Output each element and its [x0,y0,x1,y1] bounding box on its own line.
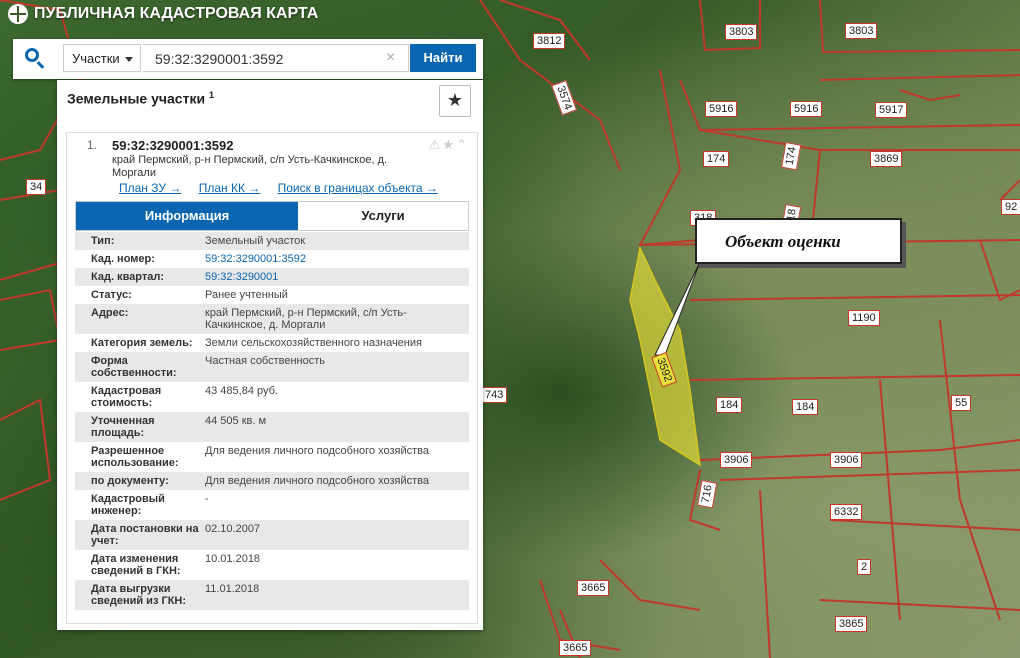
info-value: Для ведения личного подсобного хозяйства [205,475,429,487]
parcel-label[interactable]: 6332 [830,504,863,520]
info-row: Дата изменения сведений в ГКН: 10.01.2018 [75,550,469,580]
info-value: 10.01.2018 [205,553,261,565]
search-type-label: Участки [72,51,120,66]
info-value: Земли сельскохозяйственного назначения [205,337,422,349]
info-key: по документу: [91,475,169,487]
parcel-label[interactable]: 743 [481,387,508,403]
item-address: край Пермский, р-н Пермский, с/п Усть-Ка… [112,154,388,179]
info-key: Разрешенное использование: [91,445,179,469]
app-title: ПУБЛИЧНАЯ КАДАСТРОВАЯ КАРТА [34,5,319,22]
parcel-label[interactable]: 2 [857,559,872,575]
card-tabs: Информация Услуги [75,201,469,231]
results-count: 1 [208,90,214,100]
info-key: Статус: [91,289,132,301]
info-row: Кадастровый инженер: - [75,490,469,520]
parcel-label[interactable]: 92 [1001,199,1020,215]
parcel-label[interactable]: 3665 [577,580,610,596]
clear-icon[interactable]: × [386,49,395,67]
info-key: Дата выгрузки сведений из ГКН: [91,583,187,607]
info-key: Кад. номер: [91,253,155,265]
info-key: Кадастровый инженер: [91,493,165,517]
info-key: Форма собственности: [91,355,177,379]
search-bar: Участки 59:32:3290001:3592 × Найти [13,39,483,79]
parcel-label[interactable]: 3665 [559,640,592,656]
parcel-label[interactable]: 3906 [720,452,753,468]
item-links: План ЗУ → План КК → Поиск в границах объ… [119,181,452,195]
tab-services[interactable]: Услуги [298,202,468,230]
search-icon[interactable] [25,48,39,62]
info-key: Кадастровая стоимость: [91,385,162,409]
parcel-label[interactable]: 3803 [725,24,758,40]
info-row: по документу: Для ведения личного подсобн… [75,472,469,490]
info-value[interactable]: 59:32:3290001:3592 [205,253,469,265]
plan-kk-link[interactable]: План КК → [199,181,261,195]
info-row: Статус: Ранее учтенный [75,286,469,304]
search-type-select[interactable]: Участки [63,44,141,72]
parcel-card: 1. 59:32:3290001:3592 край Пермский, р-н… [66,132,478,624]
info-row: Кад. квартал: 59:32:3290001 [75,268,469,286]
favorite-button[interactable]: ★ [439,85,471,117]
info-value[interactable]: 59:32:3290001 [205,271,469,283]
info-key: Категория земель: [91,337,193,349]
info-key: Уточненная площадь: [91,415,155,439]
info-key: Дата изменения сведений в ГКН: [91,553,181,577]
info-row: Уточненная площадь: 44 505 кв. м [75,412,469,442]
info-value: Земельный участок [205,235,306,247]
info-value: 11.01.2018 [205,583,260,595]
info-key: Кад. квартал: [91,271,165,283]
info-row: Тип: Земельный участок [75,232,469,250]
info-row: Кад. номер: 59:32:3290001:3592 [75,250,469,268]
info-row: Категория земель: Земли сельскохозяйствен… [75,334,469,352]
chevron-down-icon [125,57,133,62]
info-value: 44 505 кв. м [205,415,267,427]
info-value: 43 485,84 руб. [205,385,278,397]
plan-zu-link[interactable]: План ЗУ → [119,181,181,195]
info-value: Частная собственность [205,355,326,367]
parcel-label[interactable]: 184 [792,399,819,415]
star-icon: ★ [446,90,464,110]
app-header: ПУБЛИЧНАЯ КАДАСТРОВАЯ КАРТА [8,4,318,24]
info-key: Дата постановки на учет: [91,523,199,547]
parcel-label[interactable]: 3803 [845,23,878,39]
info-row: Кадастровая стоимость: 43 485,84 руб. [75,382,469,412]
tab-information[interactable]: Информация [76,202,298,230]
item-cad-number[interactable]: 59:32:3290001:3592 [112,138,233,153]
globe-logo-icon [8,4,28,24]
info-row: Форма собственности: Частная собственност… [75,352,469,382]
parcel-label[interactable]: 3869 [870,151,903,167]
parcel-label[interactable]: 3906 [830,452,863,468]
parcel-label[interactable]: 184 [716,397,743,413]
info-row: Дата выгрузки сведений из ГКН: 11.01.2018 [75,580,469,610]
parcel-label[interactable]: 1190 [848,310,880,326]
info-table: Тип: Земельный участок Кад. номер: 59:32:32… [75,232,469,610]
info-row: Адрес: край Пермский, р-н Пермский, с/п У… [75,304,469,334]
search-input[interactable]: 59:32:3290001:3592 [143,44,409,72]
info-row: Разрешенное использование: Для ведения ли… [75,442,469,472]
info-value: - [205,493,209,505]
info-value: край Пермский, р-н Пермский, с/п Усть-Ка… [205,307,407,331]
parcel-label[interactable]: 34 [26,179,47,195]
panel-title: Земельные участки 1 [67,90,214,107]
info-value: Для ведения личного подсобного хозяйства [205,445,429,457]
parcel-label[interactable]: 174 [703,151,730,167]
parcel-label[interactable]: 5916 [705,101,738,117]
info-key: Адрес: [91,307,129,319]
item-action-icons[interactable]: ⚠★⌃ [429,137,469,153]
results-panel: Земельные участки 1 ★ 1. 59:32:3290001:3… [57,80,483,630]
parcel-label[interactable]: 3812 [533,33,566,49]
info-key: Тип: [91,235,115,247]
find-button[interactable]: Найти [410,44,476,72]
parcel-label[interactable]: 3865 [835,616,868,632]
callout-text: Объект оценки [725,232,841,251]
search-bounds-link[interactable]: Поиск в границах объекта → [278,181,438,195]
info-row: Дата постановки на учет: 02.10.2007 [75,520,469,550]
parcel-label[interactable]: 55 [951,395,972,411]
item-number: 1. [87,138,98,152]
callout-box: Объект оценки [695,218,902,264]
info-value: 02.10.2007 [205,523,261,535]
info-value: Ранее учтенный [205,289,288,301]
parcel-label[interactable]: 5916 [790,101,823,117]
parcel-label[interactable]: 5917 [875,102,908,118]
